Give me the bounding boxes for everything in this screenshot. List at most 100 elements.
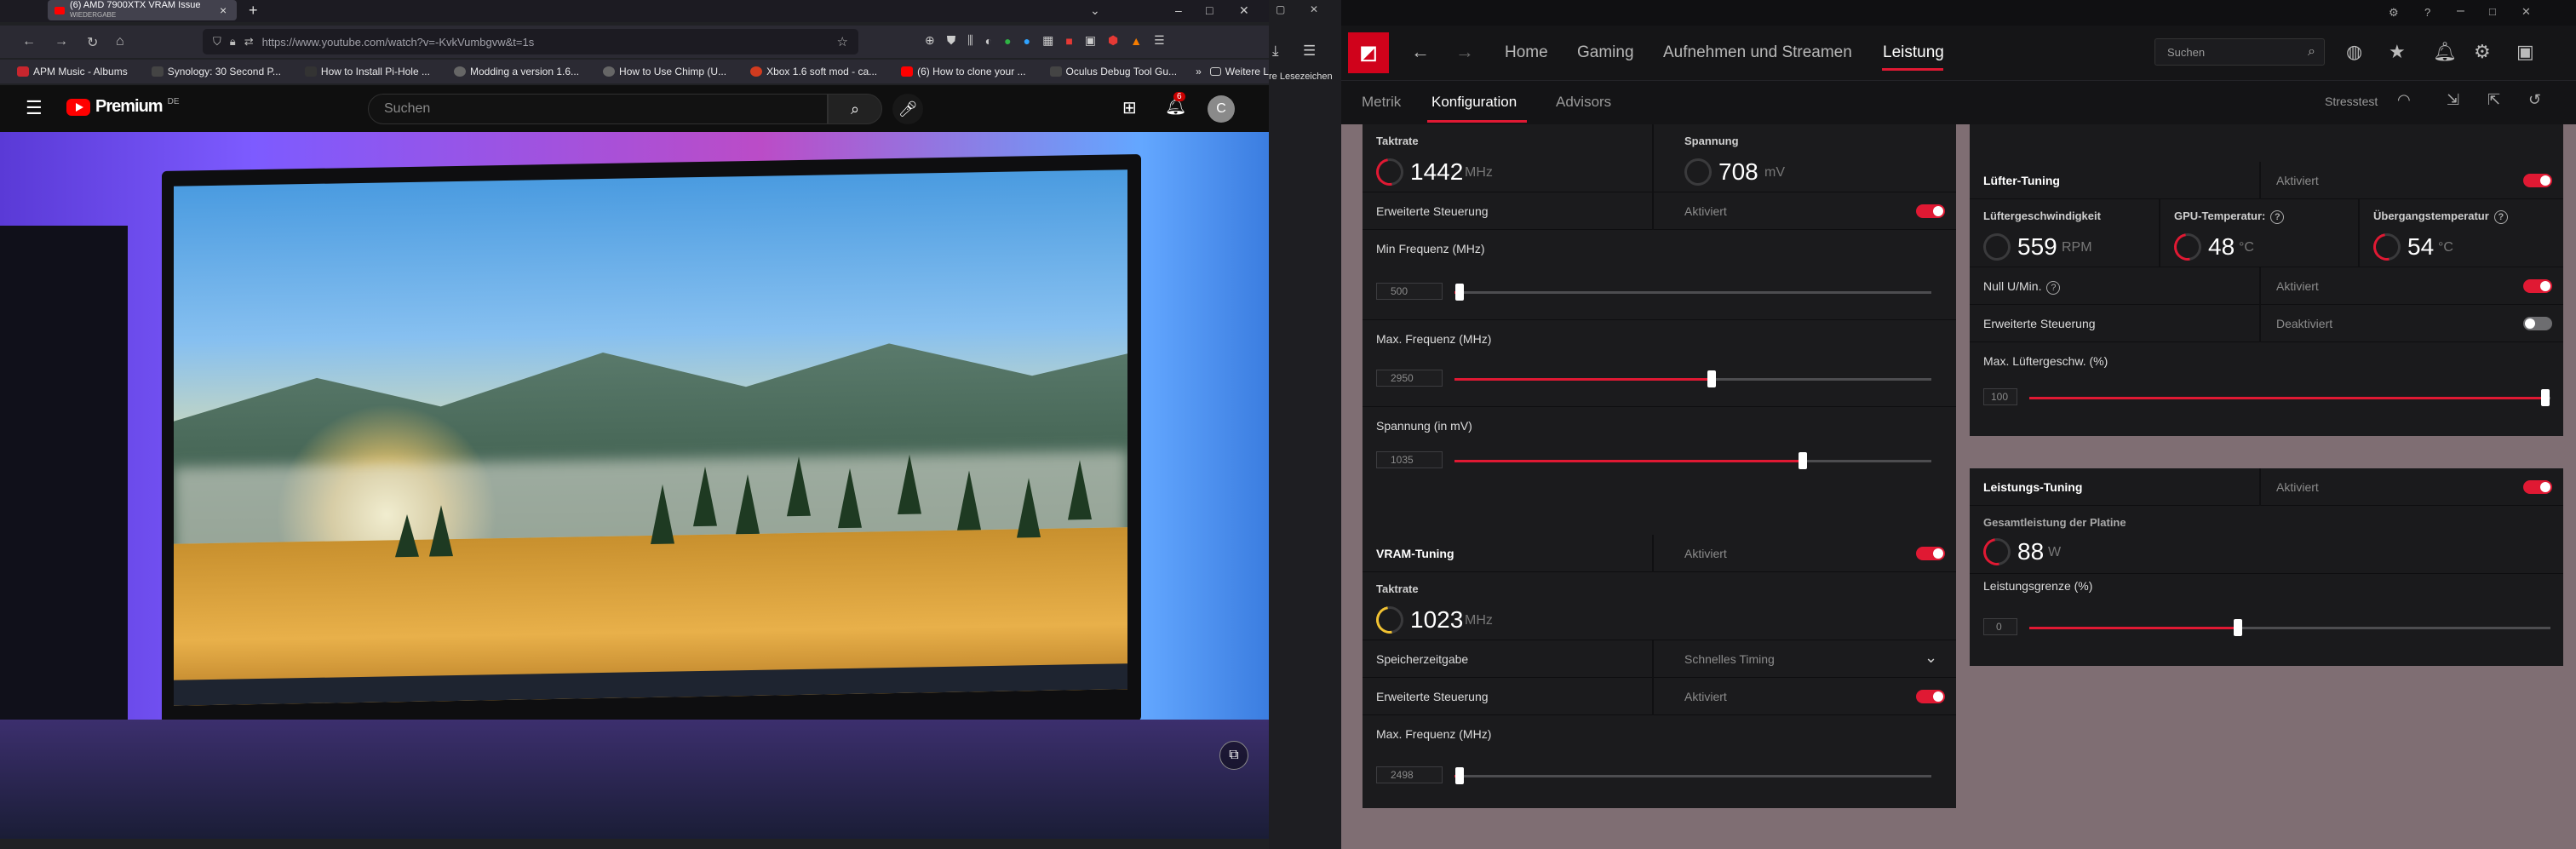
app-menu-icon[interactable]: ☰ bbox=[1303, 43, 1316, 60]
list-tabs-icon[interactable]: ⌄ bbox=[1090, 3, 1100, 18]
close-window-icon[interactable]: ✕ bbox=[1239, 3, 1249, 18]
power-limit-slider[interactable] bbox=[2029, 619, 2550, 636]
url-text[interactable]: https://www.youtube.com/watch?v=-KvkVumb… bbox=[262, 36, 535, 49]
other-bookmarks-fragment[interactable]: re Lesezeichen bbox=[1269, 72, 1333, 82]
help-icon[interactable]: ? bbox=[2424, 6, 2430, 19]
vram-timing-dropdown[interactable]: Schnelles Timing bbox=[1684, 652, 1775, 666]
stresstest-label[interactable]: Stresstest bbox=[2325, 95, 2378, 108]
back-icon[interactable]: ← bbox=[22, 34, 36, 49]
nav-gaming[interactable]: Gaming bbox=[1577, 43, 1634, 62]
gpu-voltage-slider[interactable] bbox=[1454, 452, 1931, 469]
slider-thumb[interactable] bbox=[1798, 452, 1807, 469]
bug-report-icon[interactable]: ⚙ bbox=[2389, 6, 2399, 20]
extension-grid-icon[interactable]: ▦ bbox=[1042, 33, 1053, 48]
extensions-menu-icon[interactable]: ☰ bbox=[1154, 33, 1165, 48]
forward-icon[interactable]: → bbox=[1455, 41, 1474, 63]
picture-in-picture-icon[interactable]: ⧉ bbox=[1219, 741, 1248, 770]
maximize-icon[interactable]: □ bbox=[1206, 3, 1213, 17]
library-icon[interactable]: ⫼ bbox=[967, 33, 972, 48]
close-window-icon[interactable]: ✕ bbox=[1310, 3, 1318, 15]
extension-g-icon[interactable]: ● bbox=[1004, 34, 1011, 48]
vram-tuning-toggle[interactable] bbox=[1916, 547, 1945, 560]
nav-record-stream[interactable]: Aufnehmen und Streamen bbox=[1663, 43, 1852, 62]
slider-thumb[interactable] bbox=[2233, 619, 2242, 636]
tab-configuration[interactable]: Konfiguration bbox=[1431, 94, 1517, 111]
gpu-max-freq-value-box[interactable]: 2950 bbox=[1376, 370, 1443, 387]
gpu-voltage-value-box[interactable]: 1035 bbox=[1376, 451, 1443, 468]
extension-red-icon[interactable]: ■ bbox=[1065, 34, 1072, 48]
minimize-icon[interactable]: ▢ bbox=[1276, 3, 1285, 15]
extension-warning-icon[interactable]: ▲ bbox=[1130, 34, 1142, 48]
minimize-icon[interactable]: – bbox=[1175, 3, 1182, 17]
power-tuning-toggle[interactable] bbox=[2523, 480, 2552, 494]
gpu-min-freq-slider[interactable] bbox=[1454, 284, 1931, 301]
search-icon[interactable]: ⌕ bbox=[2308, 44, 2315, 60]
vram-max-freq-value-box[interactable]: 2498 bbox=[1376, 766, 1443, 783]
account-icon[interactable]: ⊕ bbox=[925, 33, 935, 48]
tab-youtube[interactable]: (6) AMD 7900XTX VRAM Issue WIEDERGABE × bbox=[48, 0, 237, 20]
gpu-min-freq-value-box[interactable]: 500 bbox=[1376, 283, 1443, 300]
bookmark-item[interactable]: How to Install Pi-Hole ... bbox=[304, 66, 430, 77]
maximize-icon[interactable]: □ bbox=[2489, 5, 2496, 18]
bookmark-item[interactable]: APM Music - Albums bbox=[17, 66, 128, 77]
slider-thumb[interactable] bbox=[1454, 767, 1464, 784]
stresstest-gauge-icon[interactable]: ◠ bbox=[2397, 91, 2411, 109]
pocket-icon[interactable]: ⛊ bbox=[947, 33, 956, 48]
tab-advisors[interactable]: Advisors bbox=[1556, 94, 1611, 111]
settings-gear-icon[interactable]: ⚙ bbox=[2474, 41, 2491, 63]
export-icon[interactable]: ⇱ bbox=[2487, 91, 2500, 109]
sidebar-toggle-icon[interactable]: ▣ bbox=[2516, 41, 2534, 63]
bookmark-star-icon[interactable]: ☆ bbox=[837, 34, 848, 49]
bookmark-item[interactable]: Synology: 30 Second P... bbox=[151, 66, 281, 77]
bookmark-item[interactable]: (6) How to clone your ... bbox=[901, 66, 1026, 77]
youtube-search-input[interactable]: Suchen bbox=[368, 94, 828, 124]
slider-thumb[interactable] bbox=[2540, 389, 2550, 406]
amd-search-input[interactable]: Suchen ⌕ bbox=[2154, 38, 2325, 66]
fan-advanced-control-toggle[interactable] bbox=[2523, 317, 2552, 330]
back-icon[interactable]: ← bbox=[1411, 41, 1430, 63]
bookmark-item[interactable]: Xbox 1.6 soft mod - ca... bbox=[750, 66, 877, 77]
downloads-icon[interactable]: ⤓ bbox=[1272, 43, 1279, 60]
help-icon[interactable]: ? bbox=[2493, 210, 2508, 224]
fan-max-speed-slider[interactable] bbox=[2029, 389, 2550, 406]
extension-icon[interactable]: ◐ bbox=[985, 34, 992, 48]
create-video-icon[interactable]: ⊞ bbox=[1122, 97, 1137, 118]
fan-tuning-toggle[interactable] bbox=[2523, 174, 2552, 187]
favorites-star-icon[interactable]: ★ bbox=[2389, 41, 2406, 63]
vram-advanced-control-toggle[interactable] bbox=[1916, 690, 1945, 703]
import-icon[interactable]: ⇲ bbox=[2447, 91, 2459, 109]
reload-icon[interactable]: ↻ bbox=[87, 34, 98, 51]
help-icon[interactable]: ? bbox=[2046, 281, 2061, 295]
shield-icon[interactable]: ⛉ bbox=[213, 35, 221, 49]
extension-square-icon[interactable]: ▣ bbox=[1085, 33, 1096, 48]
forward-icon[interactable]: → bbox=[55, 34, 68, 49]
gpu-max-freq-slider[interactable] bbox=[1454, 370, 1931, 387]
url-bar[interactable]: ⛉ 🔒︎ ⇄ https://www.youtube.com/watch?v=-… bbox=[203, 29, 858, 54]
bookmark-item[interactable]: Modding a version 1.6... bbox=[453, 66, 579, 77]
nav-home[interactable]: Home bbox=[1505, 43, 1548, 62]
power-limit-value-box[interactable]: 0 bbox=[1983, 618, 2017, 635]
globe-icon[interactable]: ◍ bbox=[2346, 41, 2362, 63]
bookmark-item[interactable]: How to Use Chimp (U... bbox=[603, 66, 726, 77]
search-icon[interactable]: ⌕ bbox=[828, 94, 882, 124]
gpu-advanced-control-toggle[interactable] bbox=[1916, 204, 1945, 218]
vram-max-freq-slider[interactable] bbox=[1454, 767, 1931, 784]
youtube-logo[interactable]: Premium DE bbox=[66, 97, 180, 117]
bookmarks-overflow-button[interactable]: » bbox=[1196, 66, 1202, 77]
avatar[interactable]: C bbox=[1208, 95, 1235, 123]
notifications-bell-icon[interactable]: 🔔︎ bbox=[2433, 41, 2457, 63]
video-player[interactable]: ⧉ bbox=[0, 132, 1269, 839]
hamburger-menu-icon[interactable]: ☰ bbox=[26, 97, 43, 119]
help-icon[interactable]: ? bbox=[2270, 210, 2285, 224]
extension-adblock-icon[interactable]: ⬢ bbox=[1108, 33, 1118, 48]
slider-thumb[interactable] bbox=[1707, 370, 1717, 387]
zero-rpm-toggle[interactable] bbox=[2523, 279, 2552, 293]
reset-icon[interactable]: ↺ bbox=[2528, 91, 2541, 109]
new-tab-button[interactable]: + bbox=[249, 2, 258, 20]
microphone-icon[interactable]: 🎤︎ bbox=[892, 94, 923, 124]
nav-performance[interactable]: Leistung bbox=[1883, 43, 1944, 62]
minimize-icon[interactable]: – bbox=[2457, 3, 2464, 19]
home-icon[interactable]: ⌂ bbox=[116, 34, 124, 49]
slider-thumb[interactable] bbox=[1454, 284, 1464, 301]
amd-logo-icon[interactable]: ◩ bbox=[1348, 32, 1389, 73]
